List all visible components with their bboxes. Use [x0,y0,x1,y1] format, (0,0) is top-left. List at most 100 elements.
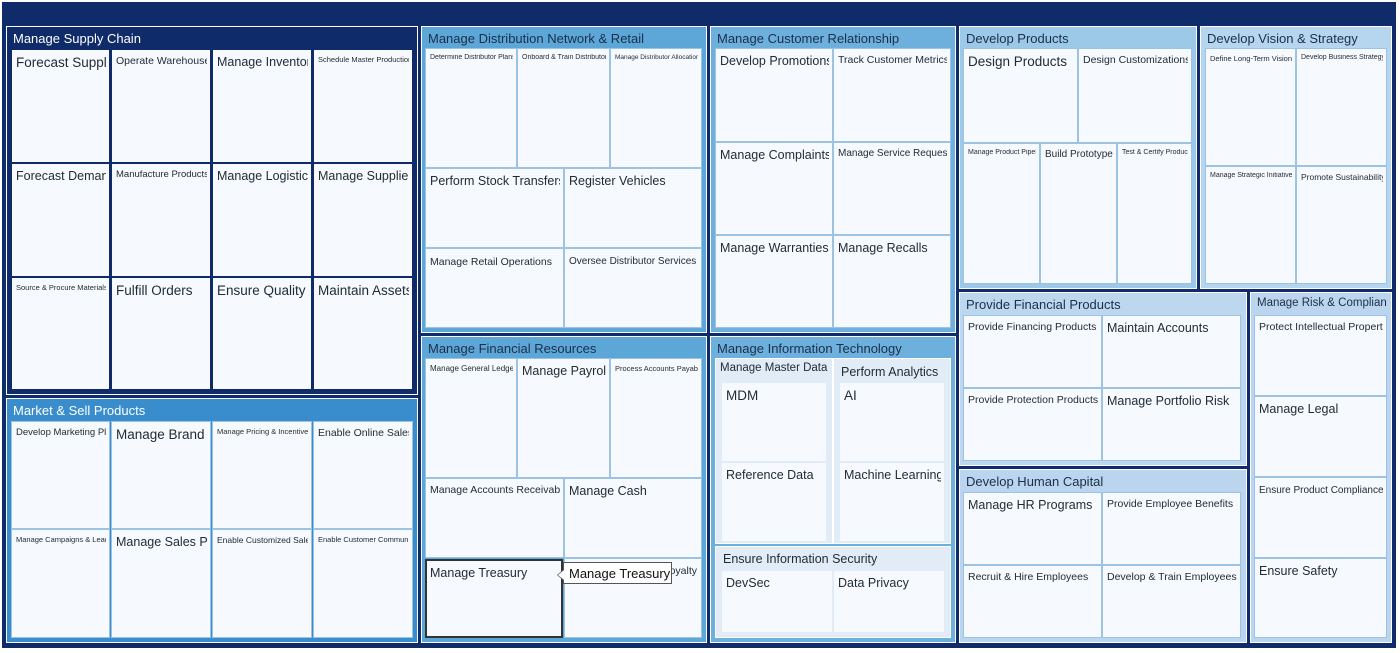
capability-label: Manage Accounts Receivable [430,484,560,496]
capability-cell[interactable]: Design Customizations [1078,48,1192,143]
capability-cell[interactable]: Source & Procure Materials [11,277,110,390]
capability-label: Manage Pricing & Incentives [217,427,308,436]
capability-label: Define Long-Term Vision [1210,54,1292,63]
capability-cell[interactable]: Manage Sales Plans [111,529,211,638]
capability-label: Design Products [968,54,1068,69]
capability-cell[interactable]: Define Long-Term Vision [1205,48,1296,166]
capability-cell[interactable]: Provide Protection Products [963,388,1102,461]
capability-label: Source & Procure Materials [16,283,106,292]
group-title: Manage Risk & Compliance [1257,297,1387,309]
capability-cell[interactable]: Enable Online Sales [313,421,413,529]
capability-cell[interactable]: Operate Warehouse [111,49,211,163]
capability-cell[interactable]: Maintain Assets [313,277,413,390]
capability-cell[interactable]: Manage Strategic Initiatives [1205,166,1296,284]
capability-cell[interactable]: Manage Pricing & Incentives [212,421,312,529]
capability-cell[interactable]: Fulfill Orders [111,277,211,390]
capability-label: Provide Employee Benefits [1107,498,1234,510]
capability-cell[interactable]: Design Products [963,48,1078,143]
capability-cell-selected[interactable]: Manage Treasury [425,559,563,638]
capability-cell[interactable]: Register Vehicles [564,168,702,248]
capability-cell[interactable]: Ensure Product Compliance [1254,477,1387,558]
capability-cell[interactable]: Onboard & Train Distributors [517,48,610,168]
capability-label: Manage Product Pipeline [968,149,1036,156]
capability-label: Ensure Product Compliance [1259,485,1383,496]
capability-cell[interactable]: Manage Distributor Allocations [610,48,702,168]
capability-cell[interactable]: AI [839,382,945,462]
capability-cell[interactable]: Develop Promotions [715,48,833,142]
capability-label: Manage Service Requests [838,148,947,159]
capability-cell[interactable]: Manage General Ledger [425,358,517,478]
capability-cell[interactable]: Manage Campaigns & Leads [11,529,110,638]
capability-label: Manage Payroll [522,364,606,378]
capability-label: Oversee Distributor Services [569,256,697,267]
capability-cell[interactable]: Provide Employee Benefits [1102,492,1241,565]
capability-cell[interactable]: Manage Recalls [833,235,951,328]
capability-label: Design Customizations [1083,54,1188,66]
capability-cell[interactable]: Protect Intellectual Property [1254,315,1387,396]
capability-cell[interactable]: Manufacture Products [111,163,211,277]
capability-cell[interactable]: Manage Legal [1254,396,1387,477]
capability-cell[interactable]: Develop Marketing Plan [11,421,110,529]
capability-cell[interactable]: Manage Suppliers [313,163,413,277]
group-title: Develop Vision & Strategy [1207,31,1358,46]
capability-cell[interactable]: Track Customer Metrics [833,48,951,142]
group-title: Manage Information Technology [717,341,902,356]
capability-cell[interactable]: Manage Product Pipeline [963,143,1040,284]
capability-cell[interactable]: Promote Sustainability [1296,166,1387,284]
capability-label: Operate Warehouse [116,55,207,67]
capability-cell[interactable]: Schedule Master Production [313,49,413,163]
group-title: Manage Financial Resources [428,341,597,356]
subgroup-title: Manage Master Data [720,362,828,374]
capability-cell[interactable]: Determine Distributor Plans [425,48,517,168]
subgroup-title: Ensure Information Security [723,552,878,566]
capability-label: Manage General Ledger [430,364,513,373]
capability-cell[interactable]: Provide Financing Products [963,315,1102,388]
capability-cell[interactable]: Oversee Distributor Services [564,248,702,328]
capability-cell[interactable]: Manage Payroll [517,358,610,478]
capability-cell[interactable]: Maintain Accounts [1102,315,1241,388]
capability-cell[interactable]: Manage Warranties [715,235,833,328]
capability-cell[interactable]: Enable Customer Community [313,529,413,638]
capability-cell[interactable]: MDM [721,382,827,462]
capability-cell[interactable]: Enable Customized Sales [212,529,312,638]
capability-label: Register Vehicles [569,174,666,188]
capability-cell[interactable]: Manage Inventory [212,49,312,163]
capability-cell[interactable]: Manage Accounts Receivable [425,478,564,558]
capability-cell[interactable]: Process Accounts Payable [610,358,702,478]
capability-cell[interactable]: Build Prototypes [1040,143,1117,284]
capability-label: Forecast Supply [16,55,106,70]
capability-cell[interactable]: Perform Stock Transfers [425,168,564,248]
capability-cell[interactable]: Develop Business Strategy [1296,48,1387,166]
capability-label: Manage Retail Operations [430,256,552,268]
capability-cell[interactable]: Manage Portfolio Risk [1102,388,1241,461]
capability-label: Manage Recalls [838,241,928,255]
capability-label: Perform Stock Transfers [430,174,560,188]
capability-label: Protect Intellectual Property [1259,321,1383,333]
capability-cell[interactable]: Manage Cash [564,478,702,558]
capability-cell[interactable]: Manage Service Requests [833,142,951,235]
capability-label: Enable Online Sales [318,427,409,439]
capability-label: Provide Financing Products [968,321,1097,333]
capability-label: Process Accounts Payable [615,364,698,373]
capability-cell[interactable]: Test & Certify Products [1117,143,1192,284]
capability-cell[interactable]: Forecast Supply [11,49,110,163]
capability-cell[interactable]: Reference Data [721,462,827,542]
capability-label: Manage Strategic Initiatives [1210,172,1292,179]
capability-cell[interactable]: Develop & Train Employees [1102,565,1241,638]
capability-cell[interactable]: Ensure Quality [212,277,312,390]
capability-cell[interactable]: DevSec [721,570,833,633]
group-title: Develop Human Capital [966,474,1104,489]
capability-cell[interactable]: Manage HR Programs [963,492,1102,565]
capability-cell[interactable]: Ensure Safety [1254,558,1387,638]
capability-cell[interactable]: Manage Logistics [212,163,312,277]
capability-cell[interactable]: Data Privacy [833,570,945,633]
capability-label: MDM [726,388,759,403]
capability-cell[interactable]: Manage Retail Operations [425,248,564,328]
capability-cell[interactable]: Forecast Demand [11,163,110,277]
capability-cell[interactable]: Machine Learning [839,462,945,542]
capability-cell[interactable]: Manage Brand [111,421,211,529]
capability-cell[interactable]: Manage Complaints [715,142,833,235]
capability-cell[interactable]: Recruit & Hire Employees [963,565,1102,638]
capability-label: Build Prototypes [1045,149,1113,160]
capability-label: Onboard & Train Distributors [522,54,606,61]
